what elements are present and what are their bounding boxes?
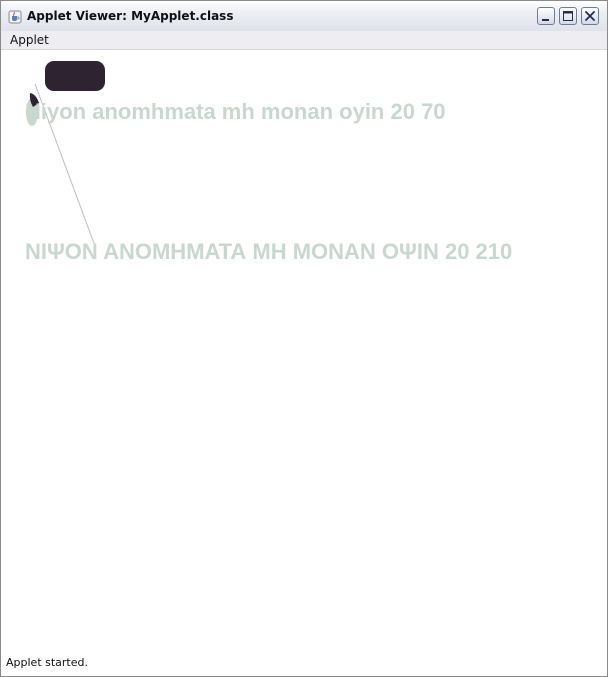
applet-canvas[interactable]: Niyon anomhmata mh monan oyin 20 70 ΝΙΨΟ… — [1, 50, 607, 655]
status-text: Applet started. — [6, 656, 88, 669]
close-button[interactable] — [581, 7, 599, 25]
menu-applet[interactable]: Applet — [10, 33, 49, 47]
menu-bar: Applet — [1, 31, 607, 50]
title-bar[interactable]: Applet Viewer: MyApplet.class — [1, 1, 607, 32]
maximize-button[interactable] — [559, 7, 577, 25]
applet-text-uppercase: ΝΙΨΟΝ ΑΝΟΜΗΜΑΤΑ ΜΗ ΜΟΝΑΝ ΟΨΙΝ 20 210 — [25, 239, 513, 264]
applet-text-lowercase: Niyon anomhmata mh monan oyin 20 70 — [25, 99, 446, 124]
java-cup-icon — [8, 9, 22, 24]
minimize-icon — [542, 19, 549, 21]
applet-viewer-window: Applet Viewer: MyApplet.class Applet Niy… — [0, 0, 608, 677]
rounded-rectangle-shape — [45, 61, 105, 91]
window-title: Applet Viewer: MyApplet.class — [27, 9, 234, 23]
minimize-button[interactable] — [537, 7, 555, 25]
status-bar: Applet started. — [1, 655, 607, 676]
close-icon — [585, 11, 595, 21]
maximize-icon — [563, 11, 573, 21]
applet-drawing — [26, 61, 105, 247]
